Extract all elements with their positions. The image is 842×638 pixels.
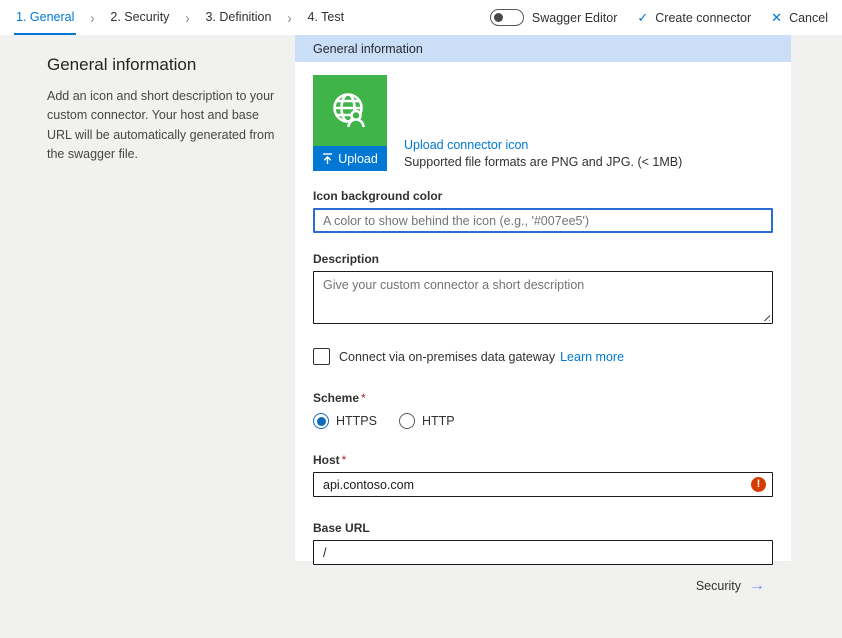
connector-icon-tile[interactable]: Upload — [313, 75, 387, 171]
icon-background-color-field: Icon background color — [313, 189, 773, 233]
chevron-right-icon: › — [90, 9, 95, 26]
learn-more-link[interactable]: Learn more — [560, 350, 624, 364]
host-field: Host* ! — [313, 453, 773, 497]
host-label: Host — [313, 453, 340, 467]
scheme-field: Scheme * HTTPS HTTP — [313, 391, 773, 429]
description-field: Description — [313, 252, 773, 324]
wizard-top-bar: 1. General › 2. Security › 3. Definition… — [0, 0, 842, 35]
upload-button-label: Upload — [338, 151, 378, 166]
panel-header: General information — [295, 35, 791, 62]
gateway-checkbox[interactable] — [313, 348, 330, 365]
connector-icon-preview — [313, 75, 387, 146]
base-url-field: Base URL — [313, 521, 773, 565]
cancel-label: Cancel — [789, 10, 828, 25]
checkmark-icon: ✓ — [637, 9, 649, 25]
gateway-checkbox-row[interactable]: Connect via on-premises data gateway Lea… — [313, 348, 773, 365]
page-content: General information Add an icon and shor… — [0, 35, 842, 638]
scheme-https-label: HTTPS — [336, 414, 377, 428]
next-step-security-button[interactable]: Security → — [295, 578, 791, 594]
base-url-input[interactable] — [313, 540, 773, 565]
arrow-right-icon: → — [749, 577, 765, 594]
required-marker: * — [361, 391, 366, 405]
upload-connector-icon-link[interactable]: Upload connector icon — [404, 138, 682, 152]
general-information-panel: General information Upload Upload connec… — [295, 35, 791, 565]
scheme-options: HTTPS HTTP — [313, 413, 773, 429]
close-icon: ✕ — [771, 9, 783, 25]
globe-person-icon — [333, 92, 365, 127]
swagger-editor-toggle[interactable]: Swagger Editor — [489, 9, 618, 26]
step-description-panel: General information Add an icon and shor… — [47, 55, 279, 165]
top-bar-actions: Swagger Editor ✓ Create connector ✕ Canc… — [489, 0, 828, 35]
host-input[interactable] — [313, 472, 773, 497]
description-label: Description — [313, 252, 380, 266]
swagger-editor-toggle-label: Swagger Editor — [531, 10, 618, 25]
scheme-http-option[interactable]: HTTP — [398, 413, 455, 429]
next-step-label: Security — [695, 579, 741, 593]
base-url-label: Base URL — [313, 521, 370, 535]
step-description-text: Add an icon and short description to you… — [47, 89, 275, 162]
gateway-checkbox-label: Connect via on-premises data gateway — [339, 349, 556, 364]
radio-unselected-icon[interactable] — [398, 413, 415, 429]
scheme-label: Scheme — [313, 391, 360, 405]
upload-info: Upload connector icon Supported file for… — [404, 75, 682, 171]
wizard-steps: 1. General › 2. Security › 3. Definition… — [14, 0, 360, 35]
step-general[interactable]: 1. General — [14, 0, 77, 35]
scheme-http-label: HTTP — [421, 414, 455, 428]
scheme-https-option[interactable]: HTTPS — [313, 413, 377, 429]
icon-background-color-input[interactable] — [313, 208, 773, 233]
description-textarea[interactable] — [313, 271, 773, 324]
icon-background-color-label: Icon background color — [313, 189, 443, 203]
upload-arrow-icon — [323, 152, 333, 164]
connector-icon-section: Upload Upload connector icon Supported f… — [313, 75, 773, 171]
create-connector-button[interactable]: ✓ Create connector — [637, 10, 751, 26]
step-title: General information — [47, 55, 197, 74]
create-connector-label: Create connector — [655, 10, 752, 25]
error-icon: ! — [751, 477, 766, 492]
cancel-button[interactable]: ✕ Cancel — [771, 10, 828, 26]
chevron-right-icon: › — [287, 9, 292, 26]
required-marker: * — [341, 453, 347, 467]
step-test[interactable]: 4. Test — [305, 0, 346, 35]
radio-selected-icon[interactable] — [313, 413, 329, 429]
upload-format-hint: Supported file formats are PNG and JPG. … — [404, 155, 683, 169]
chevron-right-icon: › — [185, 9, 190, 26]
toggle-off-icon[interactable] — [489, 9, 524, 26]
step-definition[interactable]: 3. Definition — [203, 0, 273, 35]
step-security[interactable]: 2. Security — [108, 0, 171, 35]
panel-body: Upload Upload connector icon Supported f… — [295, 62, 791, 565]
upload-button[interactable]: Upload — [313, 146, 387, 171]
